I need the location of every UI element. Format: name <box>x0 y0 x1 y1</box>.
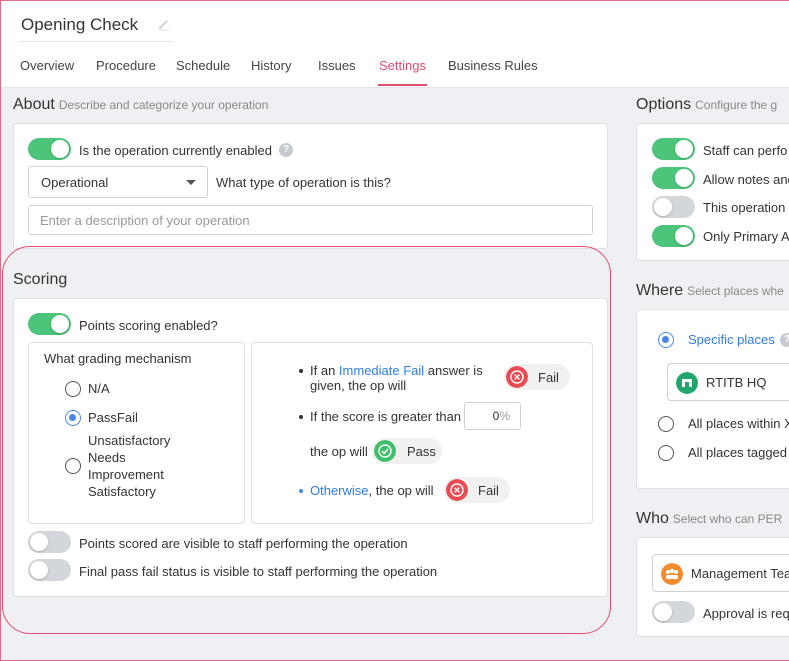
options-subtitle: Configure the g <box>695 98 778 112</box>
title-underline <box>18 41 173 42</box>
approval-label: Approval is req <box>703 606 789 621</box>
who-subtitle: Select who can PER <box>672 512 783 526</box>
tab-settings[interactable]: Settings <box>379 58 426 73</box>
otherwise-text: Otherwise, the op will <box>310 483 434 498</box>
tab-overview[interactable]: Overview <box>20 58 74 73</box>
grading-radio-na[interactable] <box>65 381 81 397</box>
place-chip[interactable]: RTITB HQ <box>667 363 789 401</box>
building-icon <box>676 372 698 394</box>
all-places-tagged-radio[interactable] <box>658 445 674 461</box>
option-label: Allow notes and <box>703 172 789 187</box>
score-pass-result[interactable]: Pass <box>372 438 442 464</box>
chevron-down-icon <box>186 180 196 185</box>
grading-label-na: N/A <box>88 381 110 396</box>
where-title: Where <box>636 282 684 299</box>
grading-title: What grading mechanism <box>44 351 192 366</box>
about-heading: About Describe and categorize your operat… <box>13 96 268 114</box>
points-scoring-label: Points scoring enabled? <box>79 318 218 333</box>
team-name: Management Tea <box>691 566 789 581</box>
help-icon[interactable]: ? <box>780 333 789 347</box>
about-card: Is the operation currently enabled ? Ope… <box>13 123 608 249</box>
enabled-toggle[interactable] <box>28 138 71 160</box>
otherwise-fail-result[interactable]: Fail <box>444 477 510 503</box>
page-title: Opening Check <box>21 15 139 34</box>
fail-x-icon <box>446 479 468 501</box>
option-label: This operation <box>703 200 786 215</box>
options-title: Options <box>636 96 692 113</box>
option-label: Only Primary A <box>703 229 789 244</box>
bullet <box>299 415 303 419</box>
scoring-card: Points scoring enabled? What grading mec… <box>13 298 608 597</box>
grading-radio-passfail[interactable] <box>65 410 81 426</box>
tab-history[interactable]: History <box>251 58 291 73</box>
bullet <box>299 489 303 493</box>
options-card: Staff can perfo Allow notes and This ope… <box>636 123 789 261</box>
option-toggle[interactable] <box>652 196 695 218</box>
grading-rules-box: If an Immediate Fail answer is given, th… <box>251 342 593 524</box>
score-then-text: the op will <box>310 444 368 459</box>
grading-mechanism-box: What grading mechanism N/A PassFail Unsa… <box>28 342 245 524</box>
option-toggle[interactable] <box>652 138 695 160</box>
about-subtitle: Describe and categorize your operation <box>58 98 269 112</box>
grading-label-line: Unsatisfactory <box>88 433 171 448</box>
approval-toggle[interactable] <box>652 601 695 623</box>
tab-issues[interactable]: Issues <box>318 58 356 73</box>
grading-radio-satisfaction[interactable] <box>65 458 81 474</box>
status-visible-toggle[interactable] <box>28 559 71 581</box>
about-title: About <box>13 96 55 113</box>
otherwise-link[interactable]: Otherwise <box>310 483 369 498</box>
help-icon[interactable]: ? <box>279 143 293 157</box>
scoring-heading: Scoring <box>13 271 68 288</box>
where-card: Specific places ? RTITB HQ All places wi… <box>636 309 789 489</box>
status-visible-label: Final pass fail status is visible to sta… <box>79 564 438 579</box>
active-tab-indicator <box>378 84 427 86</box>
tab-procedure[interactable]: Procedure <box>96 58 156 73</box>
place-name: RTITB HQ <box>706 375 767 390</box>
immediate-fail-text-2: given, the op will <box>310 378 407 393</box>
operation-type-select[interactable]: Operational <box>28 166 208 198</box>
points-visible-label: Points scored are visible to staff perfo… <box>79 536 408 551</box>
tab-schedule[interactable]: Schedule <box>176 58 230 73</box>
grading-label-passfail: PassFail <box>88 410 138 425</box>
grading-label-line: Needs <box>88 450 126 465</box>
all-places-within-label: All places within X <box>688 416 789 431</box>
operation-type-value: Operational <box>41 175 109 190</box>
all-places-within-radio[interactable] <box>658 416 674 432</box>
option-label: Staff can perfo <box>703 143 788 158</box>
who-title: Who <box>636 510 669 527</box>
pass-check-icon <box>374 440 396 462</box>
top-bar: Opening Check Overview Procedure Schedul… <box>0 0 789 88</box>
who-heading: Who Select who can PER <box>636 510 782 528</box>
who-card: Management Tea Approval is req <box>636 537 789 637</box>
where-subtitle: Select places whe <box>687 284 784 298</box>
bullet <box>299 369 303 373</box>
all-places-tagged-label: All places tagged <box>688 445 788 460</box>
group-icon <box>661 563 683 585</box>
score-threshold-input[interactable]: 0% <box>464 402 521 430</box>
points-scoring-toggle[interactable] <box>28 313 71 335</box>
option-toggle[interactable] <box>652 225 695 247</box>
specific-places-radio[interactable] <box>658 332 674 348</box>
option-toggle[interactable] <box>652 167 695 189</box>
score-threshold-text: If the score is greater than <box>310 409 462 424</box>
immediate-fail-result[interactable]: Fail <box>504 364 570 390</box>
operation-type-question: What type of operation is this? <box>216 175 391 190</box>
enabled-label: Is the operation currently enabled <box>79 143 272 158</box>
immediate-fail-link[interactable]: Immediate Fail <box>339 363 424 378</box>
pencil-icon[interactable] <box>156 16 172 32</box>
tab-business-rules[interactable]: Business Rules <box>448 58 538 73</box>
immediate-fail-text: If an Immediate Fail answer is <box>310 363 483 378</box>
specific-places-label[interactable]: Specific places <box>688 332 775 347</box>
where-heading: Where Select places whe <box>636 282 784 300</box>
points-visible-toggle[interactable] <box>28 531 71 553</box>
team-chip[interactable]: Management Tea <box>652 554 789 592</box>
grading-label-line: Satisfactory <box>88 484 156 499</box>
grading-label-line: Improvement <box>88 467 164 482</box>
options-heading: Options Configure the g <box>636 96 777 114</box>
description-input[interactable] <box>28 205 593 235</box>
fail-x-icon <box>506 366 528 388</box>
